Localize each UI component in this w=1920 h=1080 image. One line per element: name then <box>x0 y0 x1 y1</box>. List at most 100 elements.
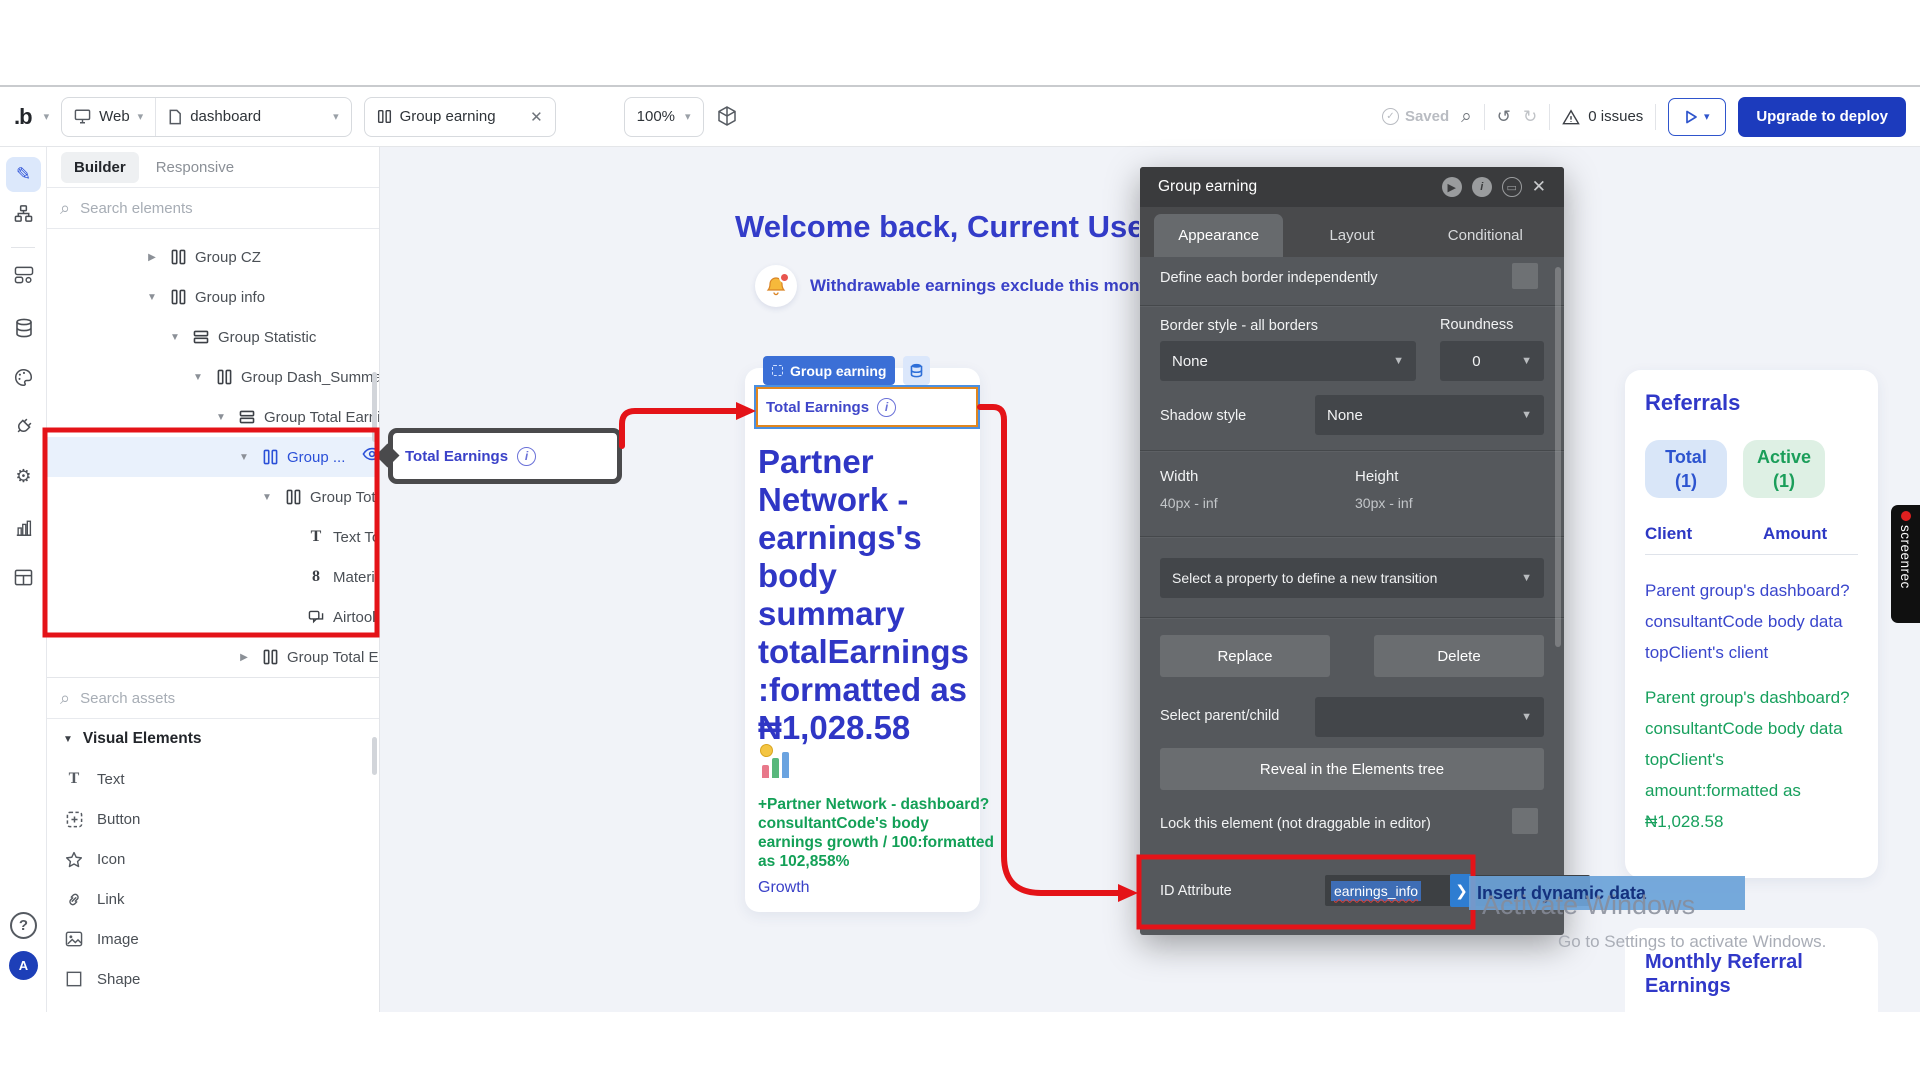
logo-chevron-icon[interactable]: ▾ <box>44 110 50 123</box>
tree-expand-icon[interactable]: ▼ <box>166 332 184 343</box>
info-icon: i <box>517 447 536 466</box>
issues-indicator[interactable]: 0 issues <box>1562 108 1643 125</box>
tree-item-label: Material... <box>333 569 380 586</box>
tab-label: Group earning <box>400 108 496 125</box>
grid-table-icon[interactable] <box>6 560 41 595</box>
comment-icon[interactable]: ▭ <box>1502 177 1522 197</box>
reveal-in-tree-button[interactable]: Reveal in the Elements tree <box>1160 748 1544 790</box>
redo-icon[interactable]: ↻ <box>1523 107 1537 127</box>
tree-expand-icon[interactable]: ▼ <box>189 372 207 383</box>
zoom-dropdown[interactable]: 100% ▾ <box>624 97 704 137</box>
tree-item[interactable]: Airtoolti... <box>47 597 379 637</box>
tree-item[interactable]: ▼ Group Statistic <box>47 317 379 357</box>
active-referrals-pill[interactable]: Active(1) <box>1743 440 1825 498</box>
tree-expand-icon[interactable]: ▶ <box>235 652 253 663</box>
tab-appearance[interactable]: Appearance <box>1154 214 1283 257</box>
plugins-icon[interactable] <box>6 409 41 444</box>
total-referrals-pill[interactable]: Total(1) <box>1645 440 1727 498</box>
tree-item[interactable]: ▼Group Dash_Summa... <box>47 357 379 397</box>
page-dropdown[interactable]: dashboard ▾ <box>155 98 350 136</box>
tab-builder[interactable]: Builder <box>61 152 139 183</box>
close-tab-icon[interactable]: ✕ <box>530 108 543 126</box>
top-toolbar: .b ▾ Web ▾ dashboard ▾ Group earning ✕ 1… <box>0 85 1920 147</box>
tab-responsive[interactable]: Responsive <box>143 152 247 183</box>
database-icon[interactable] <box>6 310 41 345</box>
help-icon[interactable]: ? <box>10 912 37 939</box>
asset-item-link[interactable]: Link <box>47 879 379 919</box>
tree-item[interactable]: ▼Group Total Earni... <box>47 397 379 437</box>
growth-dynamic-text[interactable]: +Partner Network - dashboard?consultantC… <box>758 795 995 871</box>
asset-item-icon[interactable]: Icon <box>47 839 379 879</box>
group-element-icon <box>168 249 188 265</box>
tree-expand-icon[interactable]: ▼ <box>143 292 161 303</box>
tree-expand-icon[interactable]: ▼ <box>212 412 230 423</box>
assets-scrollbar[interactable] <box>372 737 377 775</box>
component-cube-icon[interactable] <box>716 105 738 129</box>
total-earnings-element[interactable]: Total Earnings i <box>754 385 980 429</box>
tree-expand-icon[interactable]: ▼ <box>258 492 276 503</box>
close-inspector-icon[interactable]: ✕ <box>1532 177 1546 197</box>
search-icon[interactable]: ⌕ <box>1461 106 1472 128</box>
tree-item[interactable]: ▼Group ... <box>47 437 379 477</box>
border-style-dropdown[interactable]: None▼ <box>1160 341 1416 381</box>
tab-conditional[interactable]: Conditional <box>1421 214 1550 257</box>
transition-dropdown[interactable]: Select a property to define a new transi… <box>1160 558 1544 598</box>
asset-label: Link <box>97 891 125 908</box>
asset-item-button[interactable]: Button <box>47 799 379 839</box>
workflow-icon[interactable] <box>6 196 41 231</box>
tree-scrollbar[interactable] <box>372 372 377 442</box>
run-icon[interactable]: ▶ <box>1442 177 1462 197</box>
search-icon: ⌕ <box>60 688 70 709</box>
tree-item[interactable]: TText Tot... <box>47 517 379 557</box>
preview-button[interactable]: ▾ <box>1668 98 1726 136</box>
search-assets-input[interactable]: ⌕ Search assets <box>47 677 379 719</box>
asset-item-shape[interactable]: Shape <box>47 959 379 999</box>
screen-recorder-badge[interactable]: screenrec <box>1891 505 1920 623</box>
tree-item[interactable]: ▶Group Total E... <box>47 637 379 677</box>
visual-elements-header[interactable]: ▼ Visual Elements <box>47 719 379 759</box>
tree-item-label: Group CZ <box>195 249 261 266</box>
element-info-icon[interactable]: i <box>1472 177 1492 197</box>
tree-item[interactable]: ▼Group Tota... <box>47 477 379 517</box>
tab-layout[interactable]: Layout <box>1287 214 1416 257</box>
app-logo[interactable]: .b <box>14 104 32 130</box>
parent-child-dropdown[interactable]: ▼ <box>1315 697 1544 737</box>
search-elements-input[interactable]: ⌕ Search elements <box>47 187 379 229</box>
asset-item-text[interactable]: TText <box>47 759 379 799</box>
asset-item-image[interactable]: Image <box>47 919 379 959</box>
tree-expand-icon[interactable]: ▶ <box>143 252 161 263</box>
shadow-style-dropdown[interactable]: None▼ <box>1315 395 1544 435</box>
user-avatar[interactable]: A <box>9 951 38 980</box>
border-independent-checkbox[interactable] <box>1512 263 1538 289</box>
upgrade-to-deploy-button[interactable]: Upgrade to deploy <box>1738 97 1906 137</box>
logs-chart-icon[interactable] <box>6 510 41 545</box>
windows-watermark-line1: Activate Windows <box>1482 890 1695 921</box>
inspector-header[interactable]: Group earning ▶ i ▭ ✕ <box>1140 167 1564 207</box>
device-label: Web <box>99 108 130 125</box>
device-dropdown[interactable]: Web ▾ <box>62 98 155 136</box>
components-icon[interactable] <box>6 257 41 292</box>
lock-element-checkbox[interactable] <box>1512 808 1538 834</box>
styles-palette-icon[interactable] <box>6 360 41 395</box>
save-status: ✓ Saved <box>1382 108 1449 125</box>
replace-button[interactable]: Replace <box>1160 635 1330 677</box>
data-source-badge-icon <box>903 356 930 385</box>
search-elements-placeholder: Search elements <box>80 200 193 217</box>
tree-item[interactable]: ▶ Group CZ <box>47 237 379 277</box>
open-element-tab[interactable]: Group earning ✕ <box>364 97 556 137</box>
width-label: Width <box>1160 468 1198 485</box>
tree-expand-icon[interactable]: ▼ <box>235 452 253 463</box>
design-mode-icon[interactable]: ✎ <box>6 157 41 192</box>
undo-icon[interactable]: ↺ <box>1497 107 1511 127</box>
recorder-label: screenrec <box>1898 525 1913 589</box>
delete-button[interactable]: Delete <box>1374 635 1544 677</box>
tree-item-label: Group Statistic <box>218 329 316 346</box>
notice-text: Withdrawable earnings exclude this month… <box>810 276 1160 296</box>
inspector-scrollbar[interactable] <box>1555 267 1561 647</box>
roundness-dropdown[interactable]: 0▼ <box>1440 341 1544 381</box>
parent-child-label: Select parent/child <box>1160 708 1279 724</box>
earnings-dynamic-text[interactable]: Partner Network - earnings's body summar… <box>758 443 972 747</box>
tree-item[interactable]: ▼Group info <box>47 277 379 317</box>
tree-item[interactable]: 8Material... <box>47 557 379 597</box>
settings-gear-icon[interactable]: ⚙ <box>6 459 41 494</box>
